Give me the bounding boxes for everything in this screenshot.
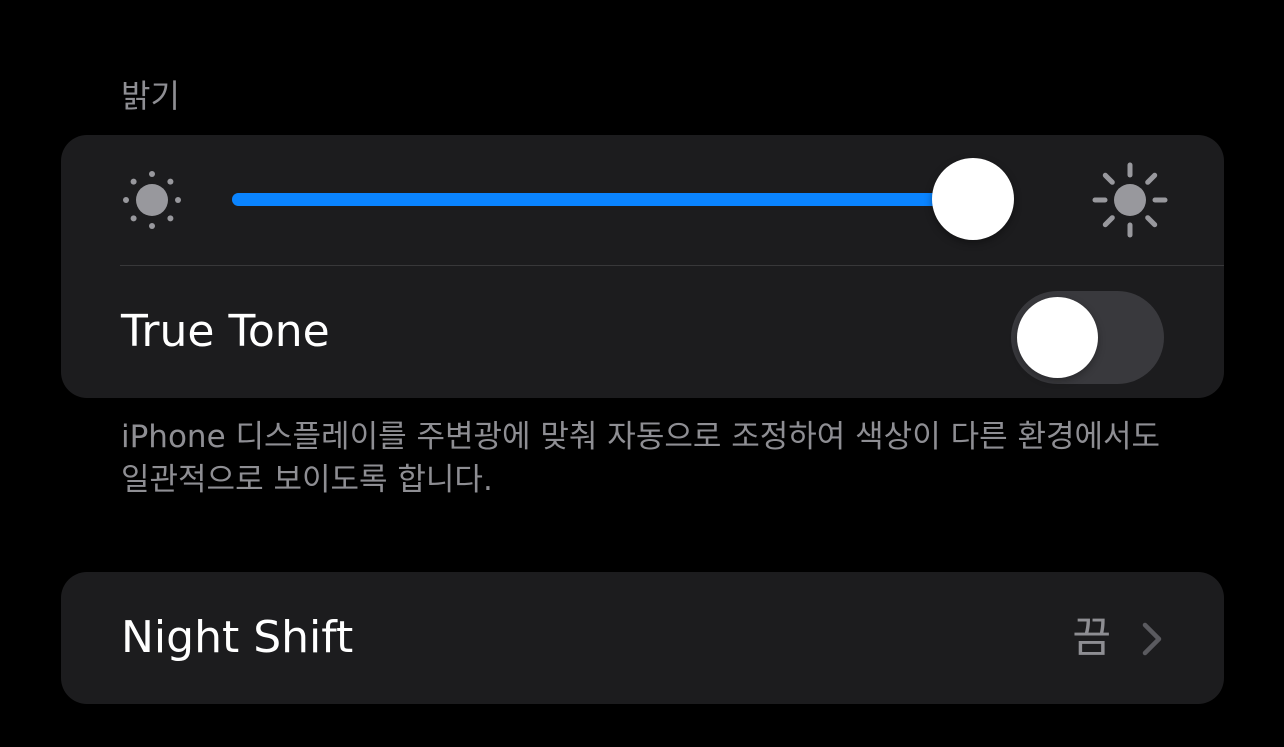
sun-max-icon	[1092, 162, 1168, 238]
brightness-section-header: 밝기	[121, 77, 180, 115]
brightness-group: True Tone	[61, 135, 1224, 398]
night-shift-group: Night Shift 끔	[61, 572, 1224, 704]
brightness-slider[interactable]	[232, 158, 1015, 240]
true-tone-toggle[interactable]	[1011, 291, 1164, 384]
true-tone-label: True Tone	[121, 306, 330, 357]
night-shift-value: 끔	[1072, 613, 1111, 662]
true-tone-row: True Tone	[61, 266, 1224, 398]
chevron-right-icon	[1142, 622, 1162, 656]
brightness-slider-row	[61, 135, 1224, 265]
brightness-slider-thumb[interactable]	[932, 158, 1015, 240]
sun-min-icon	[123, 171, 181, 229]
true-tone-footer: iPhone 디스플레이를 주변광에 맞춰 자동으로 조정하여 색상이 다른 환…	[121, 419, 1161, 498]
night-shift-label: Night Shift	[121, 612, 354, 663]
true-tone-toggle-knob	[1017, 297, 1098, 378]
night-shift-row[interactable]: Night Shift 끔	[61, 572, 1224, 704]
brightness-slider-fill	[232, 193, 974, 206]
